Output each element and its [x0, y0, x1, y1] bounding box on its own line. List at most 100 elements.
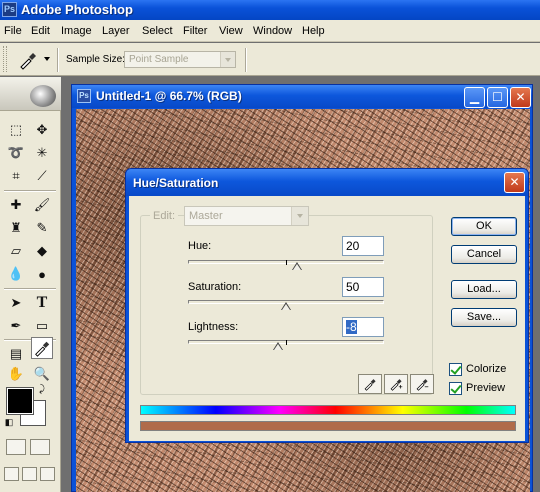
- eyedropper-plus-icon[interactable]: [384, 374, 408, 394]
- cancel-button[interactable]: Cancel: [451, 245, 517, 264]
- menu-image[interactable]: Image: [61, 25, 92, 37]
- clone-stamp-tool-icon[interactable]: ♜: [5, 217, 27, 239]
- options-separator: [245, 48, 247, 72]
- eyedropper-glyph: [364, 379, 376, 391]
- hue-label: Hue:: [188, 240, 212, 252]
- menu-edit[interactable]: Edit: [31, 25, 50, 37]
- foreground-color-swatch[interactable]: [6, 387, 34, 415]
- sample-size-label: Sample Size:: [66, 54, 125, 65]
- saturation-slider-thumb[interactable]: [281, 302, 291, 310]
- dialog-title: Hue/Saturation: [133, 176, 219, 190]
- lasso-tool-icon[interactable]: ➰: [5, 142, 27, 164]
- menu-view[interactable]: View: [219, 25, 243, 37]
- hue-saturation-dialog: Hue/Saturation ✕ Edit: Master Hue: 20 Sa…: [125, 168, 529, 443]
- menu-bar: File Edit Image Layer Select Filter View…: [0, 20, 540, 42]
- tool-preset-dropdown-icon[interactable]: [44, 57, 50, 61]
- menu-select[interactable]: Select: [142, 25, 173, 37]
- eyedropper-icon[interactable]: [18, 50, 38, 70]
- dodge-tool-icon[interactable]: ●: [31, 263, 53, 285]
- shape-tool-icon[interactable]: ▭: [31, 315, 53, 337]
- magic-wand-tool-icon[interactable]: ✳: [31, 142, 53, 164]
- path-selection-tool-icon[interactable]: ➤: [5, 292, 27, 314]
- preview-label: Preview: [466, 382, 506, 394]
- close-button[interactable]: ✕: [510, 87, 531, 108]
- menu-layer[interactable]: Layer: [102, 25, 130, 37]
- lightness-input[interactable]: -8: [342, 317, 384, 337]
- app-titlebar: Ps Adobe Photoshop: [0, 0, 540, 20]
- chevron-down-icon: [220, 52, 235, 67]
- ok-button[interactable]: OK: [451, 217, 517, 236]
- lightness-slider-thumb[interactable]: [273, 342, 284, 350]
- adjusted-color-bar: [140, 421, 516, 431]
- options-bar: Sample Size: Point Sample: [0, 43, 540, 76]
- standard-screen-mode-icon[interactable]: [4, 467, 19, 481]
- hue-input[interactable]: 20: [342, 236, 384, 256]
- menu-file[interactable]: File: [4, 25, 22, 37]
- full-screen-menu-mode-icon[interactable]: [22, 467, 37, 481]
- document-title: Untitled-1 @ 66.7% (RGB): [96, 89, 242, 103]
- brush-tool-icon[interactable]: 🖌: [31, 194, 53, 216]
- dialog-close-button[interactable]: ✕: [504, 172, 525, 193]
- zoom-tool-icon[interactable]: 🔍: [31, 363, 53, 385]
- dialog-body: Edit: Master Hue: 20 Saturation: 50 Ligh…: [129, 196, 525, 441]
- eyedropper-tool-icon[interactable]: [31, 337, 53, 359]
- menu-window[interactable]: Window: [253, 25, 292, 37]
- swap-colors-icon[interactable]: ⤸: [36, 383, 48, 395]
- sample-size-select[interactable]: Point Sample: [124, 51, 236, 68]
- marquee-tool-icon[interactable]: ⬚: [5, 119, 27, 141]
- preview-checkbox[interactable]: [449, 382, 462, 395]
- saturation-label: Saturation:: [188, 281, 242, 293]
- notes-tool-icon[interactable]: ▤: [5, 343, 27, 365]
- load-button[interactable]: Load...: [451, 280, 517, 299]
- type-tool-icon[interactable]: T: [31, 292, 53, 314]
- history-brush-tool-icon[interactable]: ✎: [31, 217, 53, 239]
- minimize-button[interactable]: ▁: [464, 87, 485, 108]
- edit-channel-select[interactable]: Master: [184, 206, 309, 226]
- chevron-down-icon: [291, 207, 308, 225]
- menu-help[interactable]: Help: [302, 25, 325, 37]
- options-separator: [57, 48, 59, 72]
- blur-tool-icon[interactable]: 💧: [5, 263, 27, 285]
- toolbox-separator: [4, 190, 56, 192]
- save-button[interactable]: Save...: [451, 308, 517, 327]
- toolbox: ⬚ ✥ ➰ ✳ ⌗ ⟋ ✚ 🖌 ♜ ✎ ▱ ◆ 💧 ● ➤ T ✒ ▭ ▤ ✋ …: [0, 77, 61, 492]
- hue-slider-thumb[interactable]: [291, 262, 302, 270]
- default-colors-icon[interactable]: ◧: [4, 417, 14, 427]
- hand-tool-icon[interactable]: ✋: [5, 363, 27, 385]
- colorize-label: Colorize: [466, 363, 507, 375]
- edit-label: Edit:: [150, 210, 179, 222]
- hue-spectrum-bar: [140, 405, 516, 415]
- photoshop-doc-icon: Ps: [77, 89, 91, 103]
- lightness-value: -8: [346, 320, 357, 334]
- eye-logo-icon: [30, 85, 56, 107]
- eyedropper-plus-glyph: [390, 379, 403, 391]
- quick-mask-mode-icon[interactable]: [30, 439, 50, 455]
- standard-mode-icon[interactable]: [6, 439, 26, 455]
- eraser-tool-icon[interactable]: ▱: [5, 240, 27, 262]
- options-bar-grip[interactable]: [3, 46, 7, 72]
- eyedropper-minus-icon[interactable]: [410, 374, 434, 394]
- lightness-slider-center-tick: [286, 340, 287, 345]
- move-tool-icon[interactable]: ✥: [31, 119, 53, 141]
- document-titlebar[interactable]: Ps Untitled-1 @ 66.7% (RGB) ▁ ☐ ✕: [72, 85, 532, 108]
- hue-slider-center-tick: [286, 260, 287, 265]
- full-screen-mode-icon[interactable]: [40, 467, 55, 481]
- pen-tool-icon[interactable]: ✒: [5, 315, 27, 337]
- healing-brush-tool-icon[interactable]: ✚: [5, 194, 27, 216]
- crop-tool-icon[interactable]: ⌗: [5, 165, 27, 187]
- paint-bucket-tool-icon[interactable]: ◆: [31, 240, 53, 262]
- eyedropper-minus-glyph: [416, 379, 429, 391]
- photoshop-app-icon: Ps: [2, 2, 17, 17]
- maximize-button[interactable]: ☐: [487, 87, 508, 108]
- saturation-input[interactable]: 50: [342, 277, 384, 297]
- colorize-checkbox[interactable]: [449, 363, 462, 376]
- lightness-label: Lightness:: [188, 321, 239, 333]
- dialog-titlebar[interactable]: Hue/Saturation ✕: [126, 169, 528, 196]
- toolbox-header[interactable]: [0, 77, 61, 111]
- sample-size-value: Point Sample: [129, 54, 189, 65]
- menu-filter[interactable]: Filter: [183, 25, 207, 37]
- slice-tool-icon[interactable]: ⟋: [31, 165, 53, 187]
- app-title: Adobe Photoshop: [21, 2, 133, 17]
- eyedropper-icon[interactable]: [358, 374, 382, 394]
- eyedropper-icon: [35, 341, 50, 357]
